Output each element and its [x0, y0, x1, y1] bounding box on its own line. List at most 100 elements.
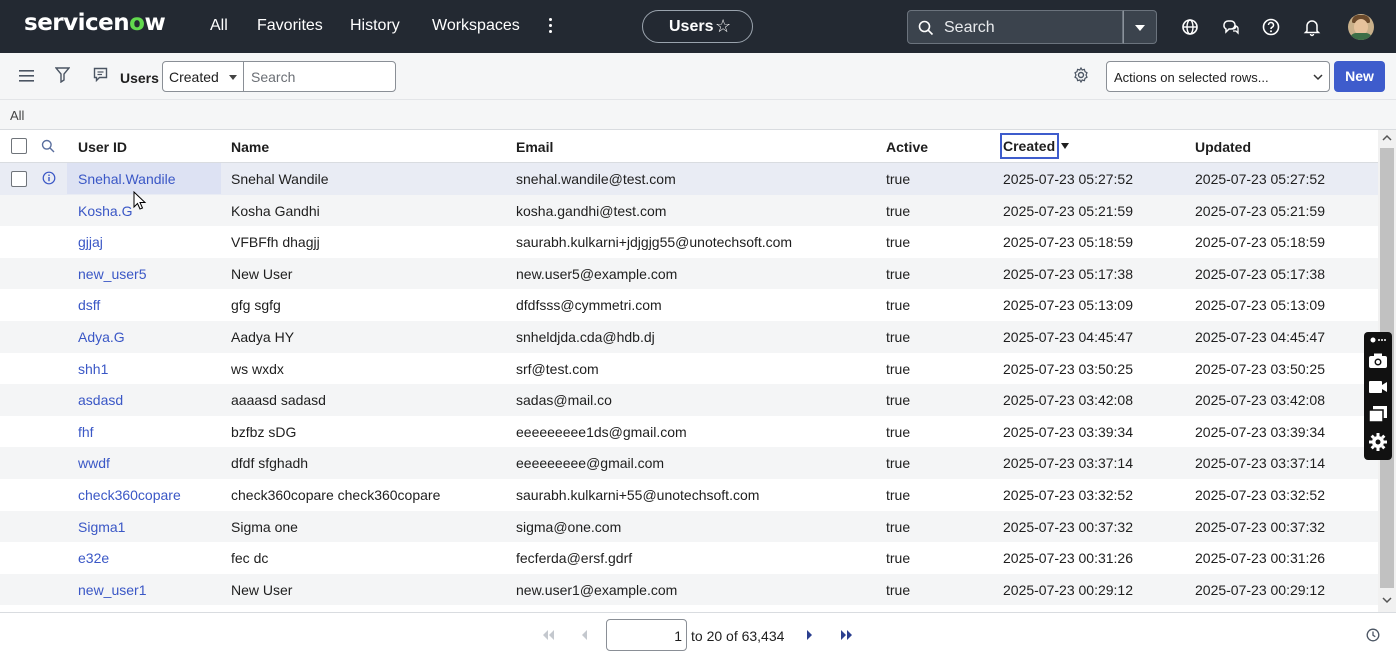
- servicenow-logo[interactable]: servicenow: [24, 10, 166, 36]
- table-row[interactable]: wwdf dfdf sfghadh eeeeeeeee@gmail.com true 2…: [0, 447, 1378, 479]
- cell-user-id[interactable]: Sigma1: [78, 519, 125, 535]
- cell-user-id[interactable]: Snehal.Wandile: [78, 171, 176, 187]
- cell-user-id[interactable]: Adya.G: [78, 329, 125, 345]
- actions-select[interactable]: Actions on selected rows...: [1106, 61, 1330, 92]
- cell-user-id[interactable]: Kosha.G: [78, 203, 132, 219]
- gear-icon[interactable]: [1073, 67, 1089, 83]
- logo-text-2: w: [144, 10, 166, 36]
- column-header-updated[interactable]: Updated: [1195, 139, 1251, 155]
- list-search-input[interactable]: Search: [243, 61, 396, 92]
- cell-active: true: [886, 392, 911, 409]
- search-icon[interactable]: [41, 139, 55, 153]
- nav-all[interactable]: All: [210, 17, 228, 35]
- clock-icon[interactable]: [1366, 628, 1380, 642]
- top-navigation: servicenow All Favorites History Workspa…: [0, 0, 1396, 53]
- cell-user-id[interactable]: dsff: [78, 297, 100, 313]
- cell-updated: 2025-07-23 05:21:59: [1195, 202, 1325, 219]
- cell-user-id[interactable]: asdasd: [78, 392, 123, 408]
- column-header-user-id[interactable]: User ID: [78, 139, 127, 155]
- cell-email: new.user1@example.com: [516, 581, 678, 598]
- select-all-checkbox[interactable]: [11, 138, 27, 154]
- settings-icon[interactable]: [1368, 432, 1388, 452]
- cell-user-id[interactable]: shh1: [78, 361, 108, 377]
- scroll-up-icon[interactable]: [1382, 134, 1392, 142]
- bell-icon[interactable]: [1302, 17, 1322, 37]
- table-body: Snehal.Wandile Snehal Wandile snehal.wandi…: [0, 163, 1378, 606]
- cell-active: true: [886, 328, 911, 345]
- page-number-input[interactable]: 1: [606, 619, 687, 651]
- table-row[interactable]: Snehal.Wandile Snehal Wandile snehal.wandi…: [0, 163, 1378, 195]
- table-row[interactable]: shh1 ws wxdx srf@test.com true 2025-07-23 03…: [0, 353, 1378, 385]
- column-header-name[interactable]: Name: [231, 139, 269, 155]
- cell-user-id[interactable]: new_user1: [78, 582, 147, 598]
- row-checkbox[interactable]: [11, 171, 27, 187]
- cell-created: 2025-07-23 03:42:08: [1003, 392, 1133, 409]
- cell-user-id[interactable]: gjjaj: [78, 234, 103, 250]
- nav-history[interactable]: History: [350, 17, 400, 35]
- first-page-icon[interactable]: [541, 629, 555, 641]
- table-row[interactable]: new_user1 New User new.user1@example.com tr…: [0, 573, 1378, 606]
- comment-icon[interactable]: [93, 67, 108, 82]
- star-icon[interactable]: ☆: [715, 16, 731, 37]
- cell-user-id[interactable]: e32e: [78, 550, 109, 566]
- global-search-placeholder: Search: [944, 19, 995, 36]
- table-row[interactable]: dsff gfg sgfg dfdfsss@cymmetri.com true 2025…: [0, 289, 1378, 321]
- cell-user-id[interactable]: fhf: [78, 424, 94, 440]
- cell-name: VFBFfh dhagjj: [231, 234, 320, 251]
- table-row[interactable]: e32e fec dc fecferda@ersf.gdrf true 2025-07-…: [0, 542, 1378, 574]
- next-page-icon[interactable]: [806, 629, 814, 641]
- column-header-email[interactable]: Email: [516, 139, 553, 155]
- column-header-active[interactable]: Active: [886, 139, 928, 155]
- scroll-down-icon[interactable]: [1382, 596, 1392, 604]
- avatar[interactable]: [1348, 14, 1374, 40]
- cell-user-id[interactable]: check360copare: [78, 487, 181, 503]
- new-button[interactable]: New: [1334, 61, 1385, 92]
- more-icon[interactable]: [1368, 335, 1388, 345]
- table-row[interactable]: check360copare check360copare check360cop…: [0, 479, 1378, 511]
- help-icon[interactable]: [1261, 17, 1281, 37]
- cell-active: true: [886, 423, 911, 440]
- table-row[interactable]: asdasd aaaasd sadasd sadas@mail.co true 2025…: [0, 384, 1378, 416]
- cell-email: sadas@mail.co: [516, 392, 612, 409]
- table-row[interactable]: gjjaj VFBFfh dhagjj saurabh.kulkarni+jdjgj…: [0, 226, 1378, 258]
- column-header-created[interactable]: Created: [1000, 133, 1060, 159]
- previous-page-icon[interactable]: [580, 629, 588, 641]
- breadcrumb-all[interactable]: All: [10, 108, 24, 123]
- video-icon[interactable]: [1368, 379, 1388, 395]
- last-page-icon[interactable]: [840, 629, 854, 641]
- cell-created: 2025-07-23 03:50:25: [1003, 360, 1133, 377]
- cell-email: fecferda@ersf.gdrf: [516, 550, 633, 567]
- table-row[interactable]: fhf bzfbz sDG eeeeeeeee1ds@gmail.com true 20…: [0, 416, 1378, 448]
- table-row[interactable]: Sigma1 Sigma one sigma@one.com true 2025-07-…: [0, 510, 1378, 543]
- chat-icon[interactable]: [1221, 17, 1241, 37]
- table-row[interactable]: Adya.G Aadya HY snheldjda.cda@hdb.dj true 20…: [0, 320, 1378, 353]
- page-number-value: 1: [674, 628, 682, 644]
- cell-name: gfg sgfg: [231, 297, 281, 314]
- more-menu-icon[interactable]: [546, 18, 554, 36]
- camera-icon[interactable]: [1368, 352, 1388, 370]
- globe-icon[interactable]: [1180, 17, 1200, 37]
- cell-user-id[interactable]: new_user5: [78, 266, 147, 282]
- table-row[interactable]: new_user5 New User new.user5@example.com tr…: [0, 257, 1378, 290]
- search-scope-dropdown[interactable]: [1123, 10, 1157, 44]
- sort-descending-icon[interactable]: [1061, 143, 1069, 149]
- cell-created: 2025-07-23 05:13:09: [1003, 297, 1133, 314]
- info-icon[interactable]: [42, 171, 56, 185]
- table-row[interactable]: Kosha.G Kosha Gandhi kosha.gandhi@test.com…: [0, 194, 1378, 227]
- context-pill[interactable]: Users ☆: [642, 10, 753, 43]
- nav-favorites[interactable]: Favorites: [257, 17, 323, 35]
- cell-name: Snehal Wandile: [231, 171, 329, 187]
- menu-icon[interactable]: [19, 70, 34, 82]
- copy-icon[interactable]: [1368, 405, 1388, 423]
- global-search-input[interactable]: Search: [907, 10, 1123, 44]
- cell-name: bzfbz sDG: [231, 423, 297, 440]
- cell-updated: 2025-07-23 03:42:08: [1195, 392, 1325, 409]
- nav-workspaces[interactable]: Workspaces: [432, 17, 520, 35]
- filter-icon[interactable]: [55, 67, 70, 83]
- pagination-footer: 1 to 20 of 63,434: [0, 612, 1396, 658]
- search-field-select[interactable]: Created: [162, 61, 244, 92]
- cell-email: snheldjda.cda@hdb.dj: [516, 328, 655, 345]
- list-title[interactable]: Users: [120, 70, 159, 86]
- cell-updated: 2025-07-23 05:27:52: [1195, 171, 1325, 187]
- cell-user-id[interactable]: wwdf: [78, 455, 110, 471]
